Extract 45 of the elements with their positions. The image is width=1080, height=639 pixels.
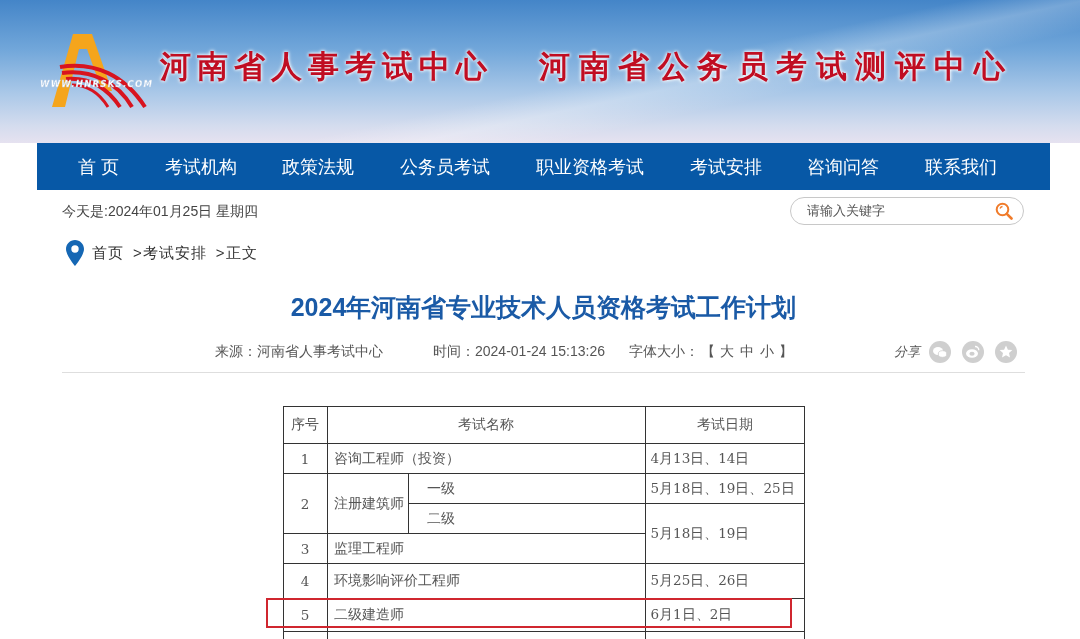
table-cell: 咨询工程师（投资） bbox=[327, 443, 645, 474]
font-size-link[interactable]: 中 bbox=[740, 343, 754, 361]
table-cell: 注册建筑师 bbox=[327, 473, 408, 534]
table-cell: 二级建造师 bbox=[327, 598, 645, 632]
source-text: 来源：河南省人事考试中心 bbox=[215, 343, 383, 361]
bracket-text: 】 bbox=[779, 343, 793, 361]
table-cell: 二级 bbox=[408, 503, 645, 534]
eye-swirl-icon[interactable] bbox=[962, 341, 984, 363]
breadcrumb-link[interactable]: >考试安排 bbox=[133, 243, 207, 263]
nav-item[interactable]: 公务员考试 bbox=[400, 154, 491, 179]
table-cell: 3 bbox=[283, 533, 327, 564]
column-header: 考试日期 bbox=[645, 406, 804, 444]
site-title: 河南省公务员考试测评中心 bbox=[539, 47, 1013, 86]
share-label: 分享 bbox=[894, 343, 920, 361]
table-cell: 2 bbox=[283, 473, 327, 534]
site-title: 河南省人事考试中心 bbox=[160, 47, 493, 86]
nav-item[interactable]: 咨询问答 bbox=[807, 154, 880, 179]
column-header: 考试名称 bbox=[327, 406, 645, 444]
breadcrumb-link[interactable]: 首页 bbox=[92, 243, 124, 263]
breadcrumb-link[interactable]: >正文 bbox=[215, 243, 258, 263]
table-cell: 1 bbox=[283, 443, 327, 474]
nav-item[interactable]: 职业资格考试 bbox=[535, 154, 644, 179]
bracket-text: 【 bbox=[701, 343, 715, 361]
nav-item[interactable]: 政策法规 bbox=[282, 154, 355, 179]
column-header: 序号 bbox=[283, 406, 327, 444]
table-cell: 5月18日、19日、25日 bbox=[645, 473, 804, 504]
table-cell: 4月13日、14日 bbox=[645, 443, 804, 474]
nav-item[interactable]: 首 页 bbox=[78, 154, 119, 179]
date-text: 今天是:2024年01月25日 星期四 bbox=[62, 202, 259, 221]
chat-bubbles-icon[interactable] bbox=[929, 341, 951, 363]
table-cell: 4 bbox=[283, 563, 327, 599]
search-field[interactable]: 请输入关键字 bbox=[790, 197, 1024, 225]
font-size-link[interactable]: 大 bbox=[720, 343, 734, 361]
article-title: 2024年河南省专业技术人员资格考试工作计划 bbox=[289, 292, 798, 323]
location-pin-icon bbox=[66, 240, 84, 266]
nav-item[interactable]: 考试安排 bbox=[689, 154, 762, 179]
nav-item[interactable]: 联系我们 bbox=[924, 154, 997, 179]
table-cell: 5月18日、19日 bbox=[645, 503, 804, 564]
search-icon[interactable] bbox=[995, 202, 1013, 220]
font-size-label: 字体大小： bbox=[629, 343, 699, 361]
time-text: 时间：2024-01-24 15:13:26 bbox=[433, 343, 605, 361]
table-cell: 一级 bbox=[408, 473, 645, 504]
table-cell: 6月1日、2日 bbox=[645, 598, 804, 632]
font-size-link[interactable]: 小 bbox=[760, 343, 774, 361]
nav-item[interactable]: 考试机构 bbox=[164, 154, 237, 179]
